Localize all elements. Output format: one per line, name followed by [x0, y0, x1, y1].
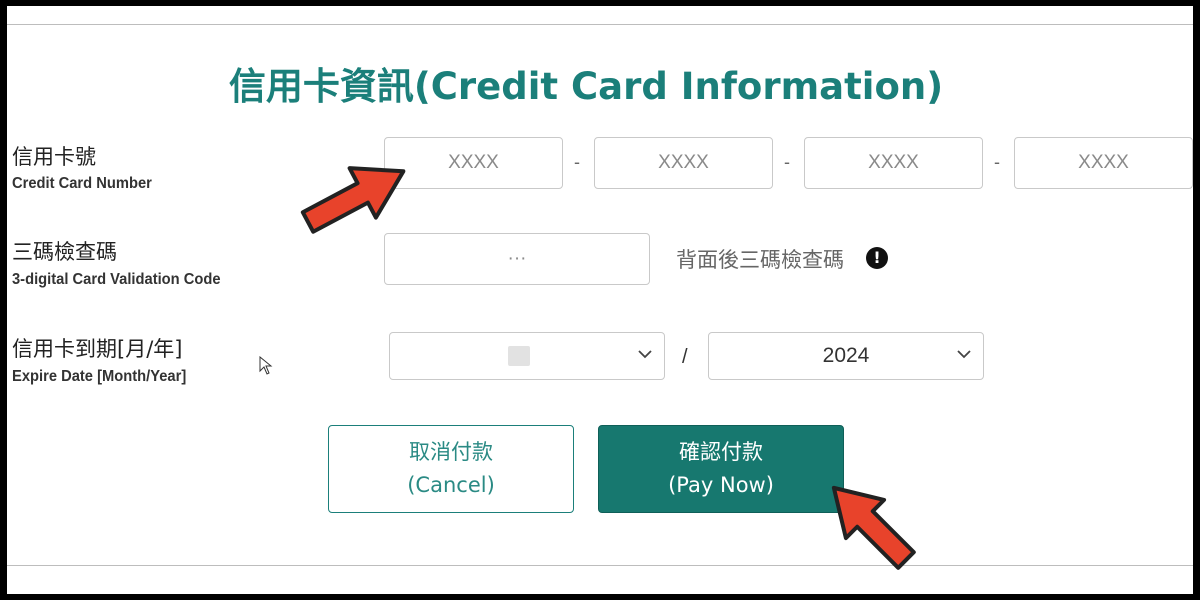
- page-title: 信用卡資訊(Credit Card Information): [228, 65, 944, 108]
- card-number-label-zh: 信用卡號: [12, 145, 96, 169]
- cvv-label-en: 3-digital Card Validation Code: [12, 271, 221, 288]
- cvv-field[interactable]: ···: [384, 233, 650, 285]
- pay-label-zh: 確認付款: [679, 440, 763, 464]
- expiry-label-en: Expire Date [Month/Year]: [12, 368, 187, 385]
- year-value: 2024: [822, 344, 870, 367]
- pay-label-en: (Pay Now): [668, 473, 774, 497]
- expiry-year-select[interactable]: 2024: [708, 332, 984, 380]
- card-number-field-2[interactable]: XXXX: [594, 137, 773, 189]
- exclamation-circle-icon[interactable]: !: [866, 247, 888, 269]
- expiry-label-zh: 信用卡到期[月/年]: [12, 337, 183, 361]
- cvv-label-zh: 三碼檢查碼: [12, 240, 117, 264]
- chevron-down-icon: [957, 350, 971, 359]
- card-number-separator: -: [784, 152, 790, 172]
- pay-now-button[interactable]: 確認付款 (Pay Now): [598, 425, 844, 513]
- card-number-separator: -: [574, 152, 580, 172]
- cancel-button[interactable]: 取消付款 (Cancel): [328, 425, 574, 513]
- chevron-down-icon: [638, 350, 652, 359]
- expiry-separator: /: [682, 346, 688, 368]
- card-number-separator: -: [994, 152, 1000, 172]
- red-arrow-icon: [831, 485, 916, 570]
- cancel-label-zh: 取消付款: [409, 440, 493, 464]
- redacted-month-value: [508, 346, 530, 366]
- top-divider: [7, 24, 1193, 25]
- expiry-month-select[interactable]: [389, 332, 665, 380]
- card-number-field-4[interactable]: XXXX: [1014, 137, 1193, 189]
- cvv-hint: 背面後三碼檢查碼: [676, 248, 844, 272]
- red-arrow-icon: [300, 166, 406, 234]
- bottom-divider: [7, 565, 1193, 566]
- cancel-label-en: (Cancel): [407, 473, 495, 497]
- mouse-cursor-icon: [259, 356, 273, 375]
- card-number-field-3[interactable]: XXXX: [804, 137, 983, 189]
- card-number-label-en: Credit Card Number: [12, 175, 152, 192]
